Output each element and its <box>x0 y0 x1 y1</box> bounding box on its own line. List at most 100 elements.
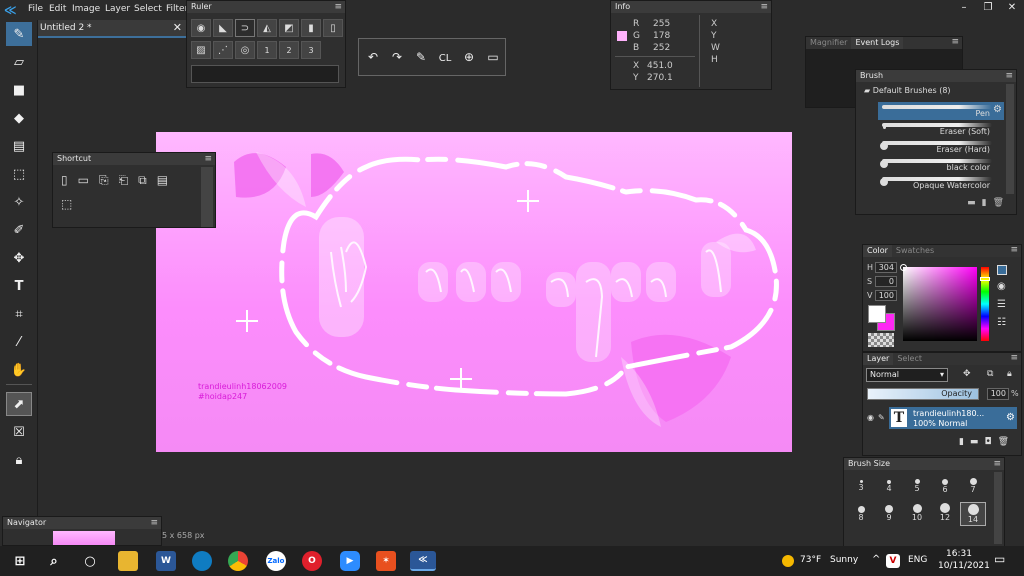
transparent-color-swatch[interactable] <box>868 333 894 347</box>
layer-item[interactable]: T trandieulinh180... 100% Normal ⚙ <box>889 407 1017 429</box>
task-view-icon[interactable]: ○ <box>80 551 100 571</box>
brush-item-black-color[interactable]: black color <box>878 156 1004 174</box>
new-layer-icon[interactable]: ▮ <box>959 437 970 447</box>
clock-time[interactable]: 16:31 <box>946 549 972 559</box>
close-tab-button[interactable]: ✕ <box>173 21 182 34</box>
brush-item-pen[interactable]: Pen ⚙ <box>878 102 1004 120</box>
move-tool-icon[interactable]: ✥ <box>6 246 32 270</box>
tab-magnifier[interactable]: Magnifier <box>806 37 851 49</box>
ruler-visible-icon[interactable]: ◉ <box>191 19 211 37</box>
foreground-color-swatch[interactable] <box>868 305 886 323</box>
saturation-value-picker[interactable] <box>900 264 977 341</box>
tab-color[interactable]: Color <box>863 245 892 257</box>
brush-size-option-selected[interactable]: 14 <box>960 502 986 526</box>
redo-icon[interactable]: ↷ <box>387 50 407 68</box>
file-explorer-icon[interactable] <box>118 551 138 571</box>
layer-visibility-eye-icon[interactable]: ◉ <box>867 413 874 422</box>
panel-menu-icon[interactable]: ≡ <box>951 37 959 47</box>
save-as-icon[interactable]: ⎗ <box>119 173 129 188</box>
medibang-taskbar-icon[interactable]: ≪ <box>410 551 436 571</box>
chevron-up-icon[interactable]: ^ <box>872 554 880 565</box>
pen-shortcut-icon[interactable]: ✎ <box>411 50 431 68</box>
perspective-1-icon[interactable]: 1 <box>257 41 277 59</box>
parallel-lines-icon[interactable]: ▨ <box>191 41 211 59</box>
eraser-tool-icon[interactable]: ▱ <box>6 50 32 74</box>
brush-item-opaque-watercolor[interactable]: Opaque Watercolor <box>878 174 1004 192</box>
concentric-circles-icon[interactable]: ◎ <box>235 41 255 59</box>
brush-size-option[interactable]: 10 <box>904 502 930 526</box>
menu-layer[interactable]: Layer <box>105 4 130 14</box>
edge-icon[interactable] <box>192 551 212 571</box>
opera-icon[interactable]: O <box>302 551 322 571</box>
close-window-button[interactable]: ✕ <box>1000 0 1024 18</box>
tray-app-icon[interactable]: V <box>886 554 900 568</box>
ruler-copy-icon[interactable]: ▮ <box>301 19 321 37</box>
layer-edit-pen-icon[interactable]: ✎ <box>878 413 885 422</box>
folder-add-icon[interactable]: ▬ <box>967 198 982 208</box>
menu-image[interactable]: Image <box>72 4 100 14</box>
panel-menu-icon[interactable]: ≡ <box>1010 353 1018 363</box>
windows-start-icon[interactable]: ⊞ <box>10 551 30 571</box>
panel-menu-icon[interactable]: ≡ <box>150 517 158 529</box>
word-icon[interactable]: W <box>156 551 176 571</box>
trash-icon[interactable]: 🗑︎ <box>993 198 1010 208</box>
copy-icon[interactable]: ⧉ <box>138 173 147 188</box>
perspective-2-icon[interactable]: 2 <box>279 41 299 59</box>
notification-icon[interactable]: ▭ <box>994 552 1005 566</box>
open-folder-icon[interactable]: ▭ <box>78 173 89 188</box>
hue-input[interactable]: 304 <box>875 262 897 273</box>
panel-menu-icon[interactable]: ≡ <box>334 1 342 13</box>
app-icon[interactable]: ✶ <box>376 551 396 571</box>
menu-edit[interactable]: Edit <box>49 4 66 14</box>
chrome-icon[interactable] <box>228 551 248 571</box>
brush-item-eraser-hard[interactable]: Eraser (Hard) <box>878 138 1004 156</box>
weather-desc[interactable]: Sunny <box>830 555 858 565</box>
crop-tool-icon[interactable]: ⌗ <box>6 302 32 326</box>
layer-lock-icon[interactable]: 🔒︎ <box>1007 369 1012 379</box>
brush-size-option[interactable]: 4 <box>876 474 902 498</box>
target-icon[interactable]: ⊕ <box>459 50 479 68</box>
paste-icon[interactable]: ▤ <box>157 173 168 188</box>
drawing-canvas[interactable]: trandieulinh18062009 #hoidap247 <box>156 132 792 452</box>
pen-tool-icon[interactable]: ✎ <box>6 22 32 46</box>
magic-wand-icon[interactable]: ✧ <box>6 190 32 214</box>
hue-cursor[interactable] <box>980 277 990 281</box>
delete-layer-icon[interactable]: 🗑︎ <box>998 437 1015 447</box>
gradient-tool-icon[interactable]: ▤ <box>6 134 32 158</box>
select-all-icon[interactable]: ⬚ <box>61 197 72 211</box>
panel-menu-icon[interactable]: ≡ <box>1010 245 1018 255</box>
opacity-input[interactable]: 100 <box>987 388 1009 400</box>
brush-size-option[interactable]: 8 <box>848 502 874 526</box>
hand-lock-icon[interactable]: ☒ <box>6 420 32 444</box>
opacity-slider[interactable]: Opacity <box>867 388 979 400</box>
perspective-3-icon[interactable]: 3 <box>301 41 321 59</box>
new-file-icon[interactable]: ▯ <box>61 173 68 188</box>
restore-button[interactable]: ❐ <box>976 0 1000 18</box>
panel-menu-icon[interactable]: ≡ <box>204 153 212 165</box>
window-icon[interactable]: ▭ <box>483 50 503 68</box>
clear-button[interactable]: CL <box>435 50 455 68</box>
ruler-straight-icon[interactable]: ◭ <box>257 19 277 37</box>
language-indicator[interactable]: ENG <box>908 555 927 565</box>
color-mode-list-icon[interactable]: ☷ <box>997 317 1006 328</box>
minimize-button[interactable]: – <box>952 0 976 18</box>
clock-date[interactable]: 10/11/2021 <box>938 561 990 571</box>
color-mode-square-icon[interactable] <box>997 265 1007 275</box>
text-tool-icon[interactable]: T <box>6 274 32 298</box>
select-pen-icon[interactable]: ✐ <box>6 218 32 242</box>
ruler-delete-icon[interactable]: ▯ <box>323 19 343 37</box>
tab-swatches[interactable]: Swatches <box>892 245 938 257</box>
layer-mask-icon[interactable]: ◘ <box>984 437 997 447</box>
menu-filter[interactable]: Filter <box>166 4 186 14</box>
brush-add-icon[interactable]: ▮ <box>982 198 993 208</box>
fill-tool-icon[interactable]: ◆ <box>6 106 32 130</box>
sv-cursor[interactable] <box>900 264 907 271</box>
tab-event-logs[interactable]: Event Logs <box>851 37 904 49</box>
radial-lines-icon[interactable]: ⋰ <box>213 41 233 59</box>
brush-group[interactable]: ▰ Default Brushes (8) <box>864 86 951 95</box>
layer-clip-icon[interactable]: ⧉ <box>987 369 993 379</box>
brush-size-option[interactable]: 7 <box>960 474 986 498</box>
layer-settings-gear-icon[interactable]: ⚙ <box>1006 412 1015 423</box>
color-mode-slider-icon[interactable]: ☰ <box>997 299 1006 310</box>
menu-file[interactable]: File <box>28 4 43 14</box>
